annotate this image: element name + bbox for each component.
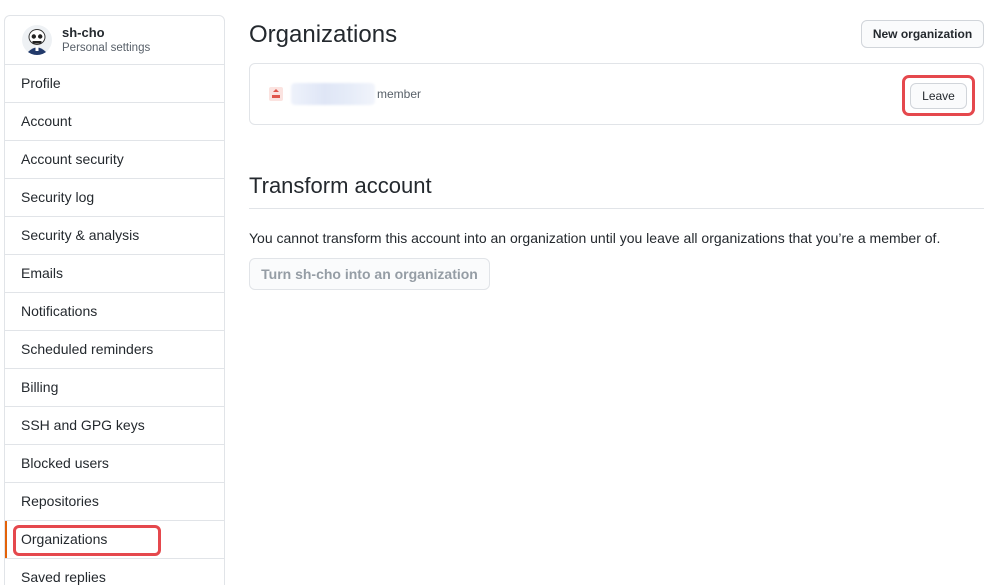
sidebar-item-notifications[interactable]: Notifications bbox=[5, 293, 224, 331]
sidebar-header: sh-cho Personal settings bbox=[5, 16, 224, 65]
sidebar-item-account[interactable]: Account bbox=[5, 103, 224, 141]
avatar[interactable] bbox=[22, 25, 52, 55]
sidebar-item-scheduled-reminders[interactable]: Scheduled reminders bbox=[5, 331, 224, 369]
transform-account-description: You cannot transform this account into a… bbox=[249, 230, 941, 246]
skull-avatar-icon bbox=[22, 25, 52, 55]
title-row: Organizations New organization bbox=[249, 15, 984, 55]
sidebar-item-account-security[interactable]: Account security bbox=[5, 141, 224, 179]
sidebar-item-security-analysis[interactable]: Security & analysis bbox=[5, 217, 224, 255]
new-organization-button[interactable]: New organization bbox=[861, 20, 984, 48]
sidebar-username[interactable]: sh-cho bbox=[62, 25, 150, 40]
organization-role: member bbox=[377, 87, 422, 101]
sidebar-subtitle: Personal settings bbox=[62, 42, 151, 54]
sidebar-menu: Profile Account Account security Securit… bbox=[5, 65, 224, 585]
sidebar-item-organizations[interactable]: Organizations bbox=[5, 521, 224, 559]
page-title: Organizations bbox=[249, 21, 398, 48]
sidebar-item-billing[interactable]: Billing bbox=[5, 369, 224, 407]
settings-page: sh-cho Personal settings Profile Account… bbox=[0, 0, 995, 585]
leave-highlight-annotation: Leave bbox=[902, 75, 975, 116]
organization-avatar-icon[interactable] bbox=[267, 85, 285, 103]
transform-to-organization-button[interactable]: Turn sh-cho into an organization bbox=[249, 258, 490, 290]
sidebar-item-security-log[interactable]: Security log bbox=[5, 179, 224, 217]
leave-button[interactable]: Leave bbox=[910, 82, 967, 109]
sidebar-item-repositories[interactable]: Repositories bbox=[5, 483, 224, 521]
settings-sidebar: sh-cho Personal settings Profile Account… bbox=[4, 15, 225, 585]
sidebar-item-blocked-users[interactable]: Blocked users bbox=[5, 445, 224, 483]
organization-name-redacted[interactable] bbox=[291, 83, 375, 105]
sidebar-item-organizations-label: Organizations bbox=[21, 531, 108, 547]
sidebar-item-profile[interactable]: Profile bbox=[5, 65, 224, 103]
sidebar-item-emails[interactable]: Emails bbox=[5, 255, 224, 293]
transform-account-heading: Transform account bbox=[249, 173, 984, 209]
sidebar-item-ssh-gpg-keys[interactable]: SSH and GPG keys bbox=[5, 407, 224, 445]
main-content: Organizations New organization member Le… bbox=[249, 15, 984, 290]
organization-list-item: member Leave bbox=[249, 63, 984, 125]
sidebar-item-saved-replies[interactable]: Saved replies bbox=[5, 559, 224, 585]
